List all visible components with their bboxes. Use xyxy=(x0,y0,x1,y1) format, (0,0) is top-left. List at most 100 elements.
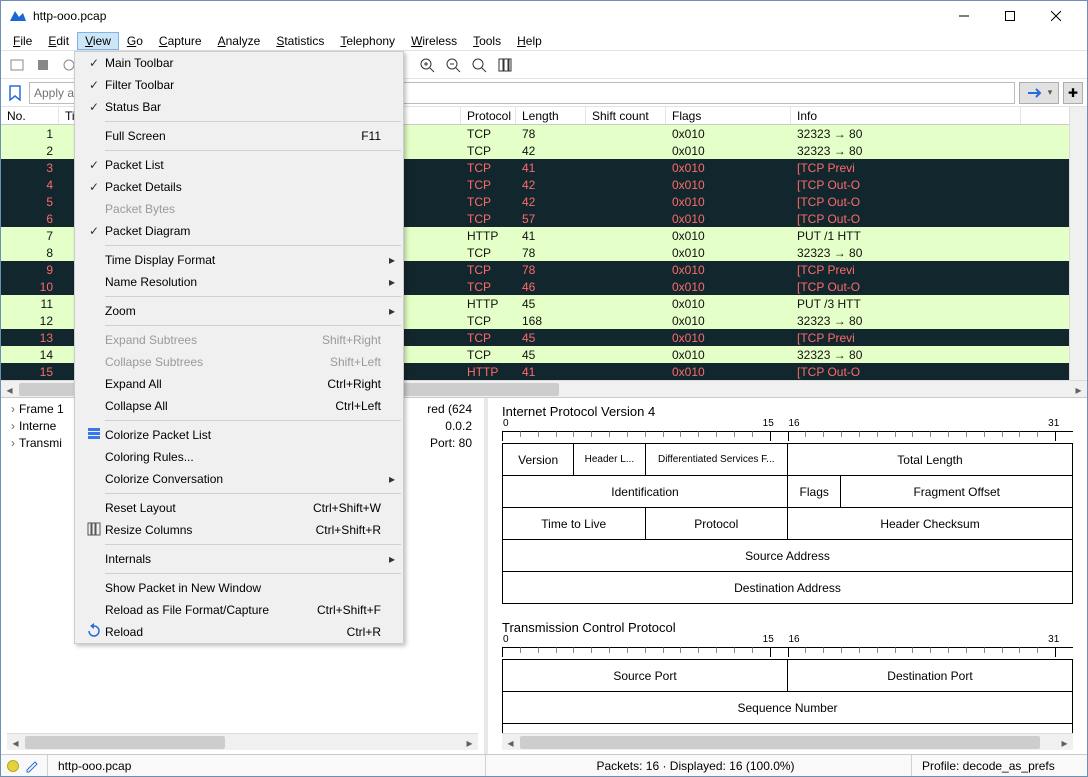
diagram-field[interactable]: Source Address xyxy=(503,540,1073,572)
tree-item[interactable]: Frame 1 xyxy=(19,402,64,416)
menu-item-label: Main Toolbar xyxy=(105,56,381,70)
tree-item[interactable]: Transmi xyxy=(19,436,62,450)
diagram-field[interactable]: Identification xyxy=(503,476,788,508)
diagram-field[interactable]: Header L... xyxy=(574,444,645,476)
diagram-field[interactable]: Total Length xyxy=(788,444,1073,476)
zoom-reset-icon[interactable] xyxy=(467,53,491,77)
diagram-field[interactable]: Differentiated Services F... xyxy=(645,444,788,476)
menu-view[interactable]: View xyxy=(77,32,119,50)
expert-info-icon[interactable] xyxy=(7,760,19,772)
diagram-field[interactable]: Fragment Offset xyxy=(841,476,1073,508)
scroll-right-icon[interactable]: ▸ xyxy=(461,734,478,751)
diagram-field[interactable]: Destination Address xyxy=(503,572,1073,604)
diagram-field[interactable]: Time to Live xyxy=(503,508,646,540)
column-header[interactable]: No. xyxy=(1,107,59,124)
column-header[interactable]: Shift count xyxy=(586,107,666,124)
menu-telephony[interactable]: Telephony xyxy=(332,32,403,50)
diagram-field[interactable]: Source Port xyxy=(503,660,788,692)
menu-item-label: Full Screen xyxy=(105,129,361,143)
menu-item[interactable]: Name Resolution▸ xyxy=(75,271,403,293)
diagram-field[interactable]: Version xyxy=(503,444,574,476)
menu-item: Packet Bytes xyxy=(75,198,403,220)
menubar: FileEditViewGoCaptureAnalyzeStatisticsTe… xyxy=(1,31,1087,51)
diagram-horizontal-scrollbar[interactable]: ◂ ▸ xyxy=(502,733,1073,750)
app-icon xyxy=(9,7,27,25)
resize-columns-icon[interactable] xyxy=(493,53,517,77)
menu-item[interactable]: ReloadCtrl+R xyxy=(75,621,403,643)
scroll-right-icon[interactable]: ▸ xyxy=(1056,734,1073,751)
menu-item[interactable]: Full ScreenF11 xyxy=(75,125,403,147)
menu-item[interactable]: Expand AllCtrl+Right xyxy=(75,373,403,395)
tree-item[interactable]: Interne xyxy=(19,419,56,433)
menu-item[interactable]: Reset LayoutCtrl+Shift+W xyxy=(75,497,403,519)
zoom-in-icon[interactable] xyxy=(415,53,439,77)
status-profile[interactable]: Profile: decode_as_prefs xyxy=(911,755,1081,776)
menu-item-label: Expand All xyxy=(105,377,327,391)
close-button[interactable] xyxy=(1033,1,1079,31)
diagram-field[interactable]: Protocol xyxy=(645,508,788,540)
menu-item-label: Colorize Packet List xyxy=(105,428,381,442)
menu-statistics[interactable]: Statistics xyxy=(268,32,332,50)
menu-item[interactable]: Collapse AllCtrl+Left xyxy=(75,395,403,417)
expand-icon[interactable]: › xyxy=(7,436,19,450)
expand-icon[interactable]: › xyxy=(7,402,19,416)
menu-item-label: Collapse All xyxy=(105,399,335,413)
menu-item[interactable]: ✓Main Toolbar xyxy=(75,52,403,74)
menu-capture[interactable]: Capture xyxy=(151,32,210,50)
menu-item-label: Expand Subtrees xyxy=(105,333,322,347)
check-icon: ✓ xyxy=(83,100,105,114)
scroll-left-icon[interactable]: ◂ xyxy=(1,381,18,398)
menu-file[interactable]: File xyxy=(5,32,40,50)
scroll-left-icon[interactable]: ◂ xyxy=(7,734,24,751)
menu-item-label: Reload xyxy=(105,625,347,639)
bookmark-icon[interactable] xyxy=(5,83,25,103)
menu-item[interactable]: Coloring Rules... xyxy=(75,446,403,468)
menu-item[interactable]: ✓Packet Diagram xyxy=(75,220,403,242)
menu-item[interactable]: ✓Status Bar xyxy=(75,96,403,118)
toolbar-btn[interactable] xyxy=(31,53,55,77)
menu-item-label: Zoom xyxy=(105,304,381,318)
menu-edit[interactable]: Edit xyxy=(40,32,77,50)
add-filter-button[interactable]: ✚ xyxy=(1063,82,1083,104)
scroll-right-icon[interactable]: ▸ xyxy=(1070,381,1087,398)
menu-item[interactable]: Show Packet in New Window xyxy=(75,577,403,599)
menu-item[interactable]: ✓Filter Toolbar xyxy=(75,74,403,96)
zoom-out-icon[interactable] xyxy=(441,53,465,77)
menu-item[interactable]: ✓Packet Details xyxy=(75,176,403,198)
maximize-button[interactable] xyxy=(987,1,1033,31)
diagram-field[interactable]: Acknowledgment Number xyxy=(503,724,1073,734)
menu-tools[interactable]: Tools xyxy=(465,32,509,50)
column-header[interactable]: Info xyxy=(791,107,1021,124)
filter-go-button[interactable]: ▾ xyxy=(1019,82,1059,104)
diagram-field[interactable]: Flags xyxy=(788,476,841,508)
expand-icon[interactable]: › xyxy=(7,419,19,433)
column-header[interactable]: Protocol xyxy=(461,107,516,124)
diagram-field[interactable]: Header Checksum xyxy=(788,508,1073,540)
scroll-thumb[interactable] xyxy=(25,736,225,749)
diagram-field[interactable]: Destination Port xyxy=(788,660,1073,692)
menu-item[interactable]: Reload as File Format/CaptureCtrl+Shift+… xyxy=(75,599,403,621)
column-header[interactable]: Length xyxy=(516,107,586,124)
diagram-field[interactable]: Sequence Number xyxy=(503,692,1073,724)
minimize-button[interactable] xyxy=(941,1,987,31)
menu-item[interactable]: Time Display Format▸ xyxy=(75,249,403,271)
toolbar-btn[interactable] xyxy=(5,53,29,77)
menu-wireless[interactable]: Wireless xyxy=(403,32,465,50)
vertical-scrollbar[interactable] xyxy=(1069,107,1087,380)
column-header[interactable]: Flags xyxy=(666,107,791,124)
menu-item-shortcut: Ctrl+R xyxy=(347,625,381,639)
packet-diagram-pane[interactable]: Internet Protocol Version 4 0151631 Vers… xyxy=(488,398,1087,754)
menu-analyze[interactable]: Analyze xyxy=(210,32,269,50)
menu-help[interactable]: Help xyxy=(509,32,550,50)
menu-item[interactable]: Colorize Conversation▸ xyxy=(75,468,403,490)
scroll-left-icon[interactable]: ◂ xyxy=(502,734,519,751)
menu-item[interactable]: Resize ColumnsCtrl+Shift+R xyxy=(75,519,403,541)
edit-capture-comment-icon[interactable] xyxy=(25,758,41,774)
scroll-thumb[interactable] xyxy=(520,736,1040,749)
menu-go[interactable]: Go xyxy=(119,32,151,50)
menu-item[interactable]: Colorize Packet List xyxy=(75,424,403,446)
menu-item[interactable]: Internals▸ xyxy=(75,548,403,570)
menu-item[interactable]: ✓Packet List xyxy=(75,154,403,176)
tree-horizontal-scrollbar[interactable]: ◂ ▸ xyxy=(7,733,478,750)
menu-item[interactable]: Zoom▸ xyxy=(75,300,403,322)
